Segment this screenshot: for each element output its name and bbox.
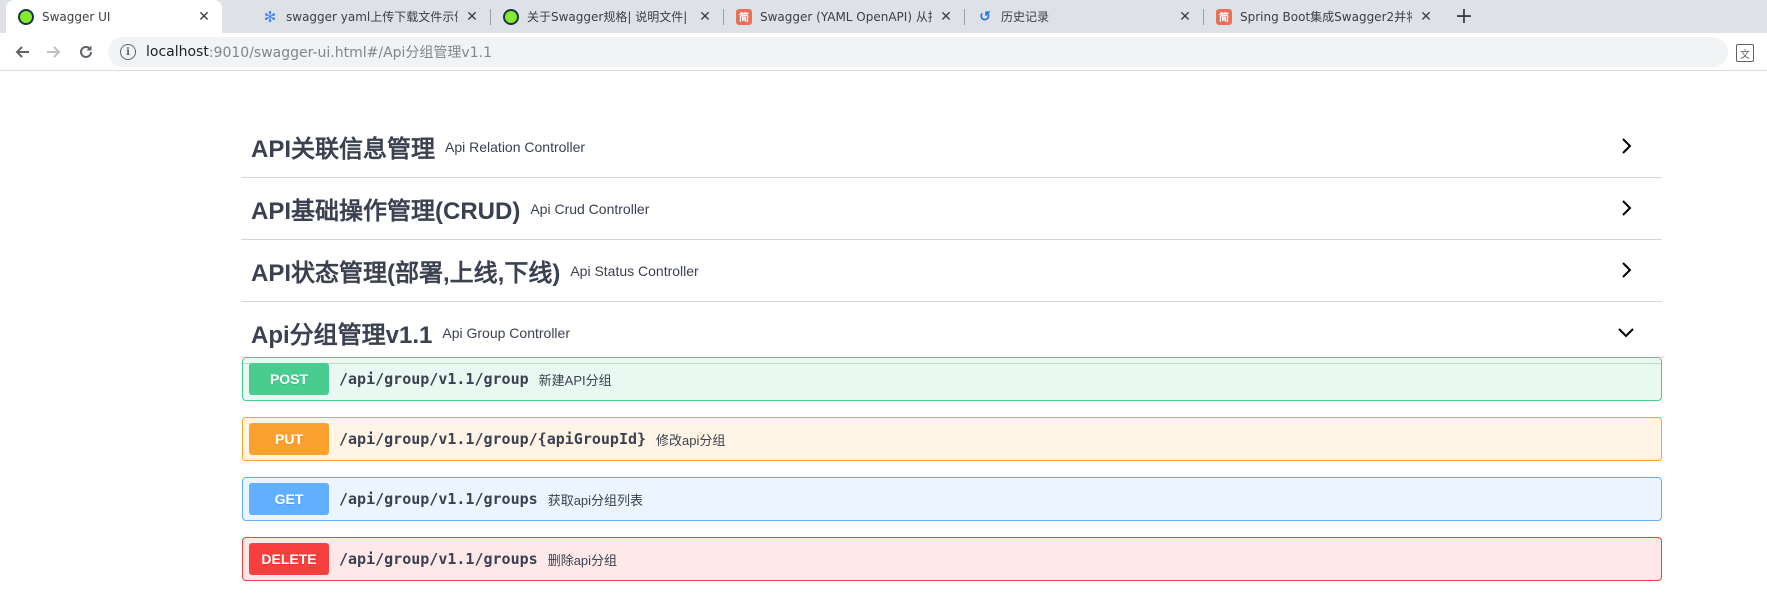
operation-summary: 获取api分组列表 bbox=[547, 492, 644, 508]
tag-name: API状态管理(部署,上线,下线) bbox=[251, 260, 561, 287]
tab-title: swagger yaml上传下载文件示例 bbox=[286, 10, 458, 24]
close-icon[interactable]: ✕ bbox=[697, 9, 713, 25]
close-icon[interactable]: ✕ bbox=[464, 9, 480, 25]
url-path: :9010/swagger-ui.html#/Api分组管理v1.1 bbox=[208, 45, 492, 61]
tag-description: Api Crud Controller bbox=[530, 200, 650, 217]
operation-get-groups[interactable]: GET /api/group/v1.1/groups 获取api分组列表 bbox=[242, 477, 1662, 521]
close-icon[interactable]: ✕ bbox=[1177, 9, 1193, 25]
operation-summary: 新建API分组 bbox=[538, 372, 612, 388]
chevron-right-icon[interactable] bbox=[1616, 136, 1636, 156]
tab-swagger-ui[interactable]: Swagger UI ✕ bbox=[6, 0, 222, 33]
method-badge-get: GET bbox=[249, 483, 329, 515]
operation-summary: 修改api分组 bbox=[656, 432, 726, 448]
method-badge-put: PUT bbox=[249, 423, 329, 455]
chevron-right-icon[interactable] bbox=[1616, 198, 1636, 218]
operation-path: /api/group/v1.1/group bbox=[339, 370, 529, 388]
operation-path: /api/group/v1.1/group/{apiGroupId} bbox=[339, 430, 647, 448]
tab-title: Swagger (YAML OpenAPI) 从接 bbox=[760, 10, 932, 24]
tab-history[interactable]: ↺ 历史记录 ✕ bbox=[965, 0, 1203, 33]
tab-title: 关于Swagger规格| 说明文件| 指 bbox=[527, 10, 691, 24]
forward-button[interactable] bbox=[42, 40, 66, 64]
operation-summary: 删除api分组 bbox=[547, 552, 618, 568]
tag-api-relation[interactable]: API关联信息管理 Api Relation Controller bbox=[241, 116, 1662, 178]
tag-name: API关联信息管理 bbox=[251, 136, 436, 163]
close-icon[interactable]: ✕ bbox=[1418, 9, 1434, 25]
url-host: localhost bbox=[146, 44, 209, 60]
tab-title: Swagger UI bbox=[42, 9, 111, 24]
back-button[interactable] bbox=[10, 40, 34, 64]
swagger-icon bbox=[503, 8, 519, 25]
tab-swagger-spec[interactable]: 关于Swagger规格| 说明文件| 指 ✕ bbox=[491, 0, 723, 33]
tag-api-crud[interactable]: API基础操作管理(CRUD) Api Crud Controller bbox=[241, 178, 1662, 240]
chevron-down-icon[interactable] bbox=[1616, 322, 1636, 342]
arrow-left-icon bbox=[15, 46, 29, 58]
swagger-icon bbox=[18, 8, 34, 25]
operation-put-group[interactable]: PUT /api/group/v1.1/group/{apiGroupId} 修… bbox=[242, 417, 1662, 461]
reload-button[interactable] bbox=[74, 40, 98, 64]
tab-swagger-openapi[interactable]: 简 Swagger (YAML OpenAPI) 从接 ✕ bbox=[724, 0, 964, 33]
browser-toolbar: i localhost:9010/swagger-ui.html#/Api分组管… bbox=[0, 33, 1767, 71]
reload-icon bbox=[80, 45, 92, 58]
operation-path: /api/group/v1.1/groups bbox=[339, 550, 538, 568]
tag-name: Api分组管理v1.1 bbox=[251, 322, 433, 349]
gear-icon: ✻ bbox=[263, 7, 277, 26]
tag-description: Api Relation Controller bbox=[445, 138, 586, 155]
address-bar[interactable]: i localhost:9010/swagger-ui.html#/Api分组管… bbox=[108, 37, 1728, 67]
method-badge-post: POST bbox=[249, 363, 329, 395]
translate-icon[interactable]: 文 bbox=[1736, 44, 1754, 62]
tab-swagger-yaml[interactable]: ✻ swagger yaml上传下载文件示例 ✕ bbox=[250, 0, 490, 33]
tab-spring-boot[interactable]: 简 Spring Boot集成Swagger2并将 ✕ bbox=[1204, 0, 1444, 33]
tag-description: Api Group Controller bbox=[442, 324, 570, 341]
chevron-right-icon[interactable] bbox=[1616, 260, 1636, 280]
jianshu-icon: 简 bbox=[736, 8, 752, 25]
new-tab-button[interactable]: + bbox=[1450, 0, 1478, 33]
operation-path: /api/group/v1.1/groups bbox=[339, 490, 538, 508]
swagger-content: API关联信息管理 Api Relation Controller API基础操… bbox=[0, 72, 1767, 607]
tag-description: Api Status Controller bbox=[570, 262, 699, 279]
operation-delete-groups[interactable]: DELETE /api/group/v1.1/groups 删除api分组 bbox=[242, 537, 1662, 581]
browser-tab-bar: Swagger UI ✕ ✻ swagger yaml上传下载文件示例 ✕ 关于… bbox=[0, 0, 1767, 33]
tag-api-group[interactable]: Api分组管理v1.1 Api Group Controller bbox=[241, 302, 1662, 364]
tag-api-status[interactable]: API状态管理(部署,上线,下线) Api Status Controller bbox=[241, 240, 1662, 302]
info-icon[interactable]: i bbox=[120, 44, 136, 60]
tab-title: Spring Boot集成Swagger2并将 bbox=[1240, 10, 1412, 24]
method-badge-delete: DELETE bbox=[249, 543, 329, 575]
operation-post-group[interactable]: POST /api/group/v1.1/group 新建API分组 bbox=[242, 357, 1662, 401]
close-icon[interactable]: ✕ bbox=[938, 9, 954, 25]
tag-name: API基础操作管理(CRUD) bbox=[251, 198, 521, 225]
tab-title: 历史记录 bbox=[1001, 10, 1050, 24]
arrow-right-icon bbox=[47, 46, 61, 58]
history-icon: ↺ bbox=[979, 8, 991, 25]
close-icon[interactable]: ✕ bbox=[196, 9, 212, 25]
jianshu-icon: 简 bbox=[1216, 8, 1232, 25]
